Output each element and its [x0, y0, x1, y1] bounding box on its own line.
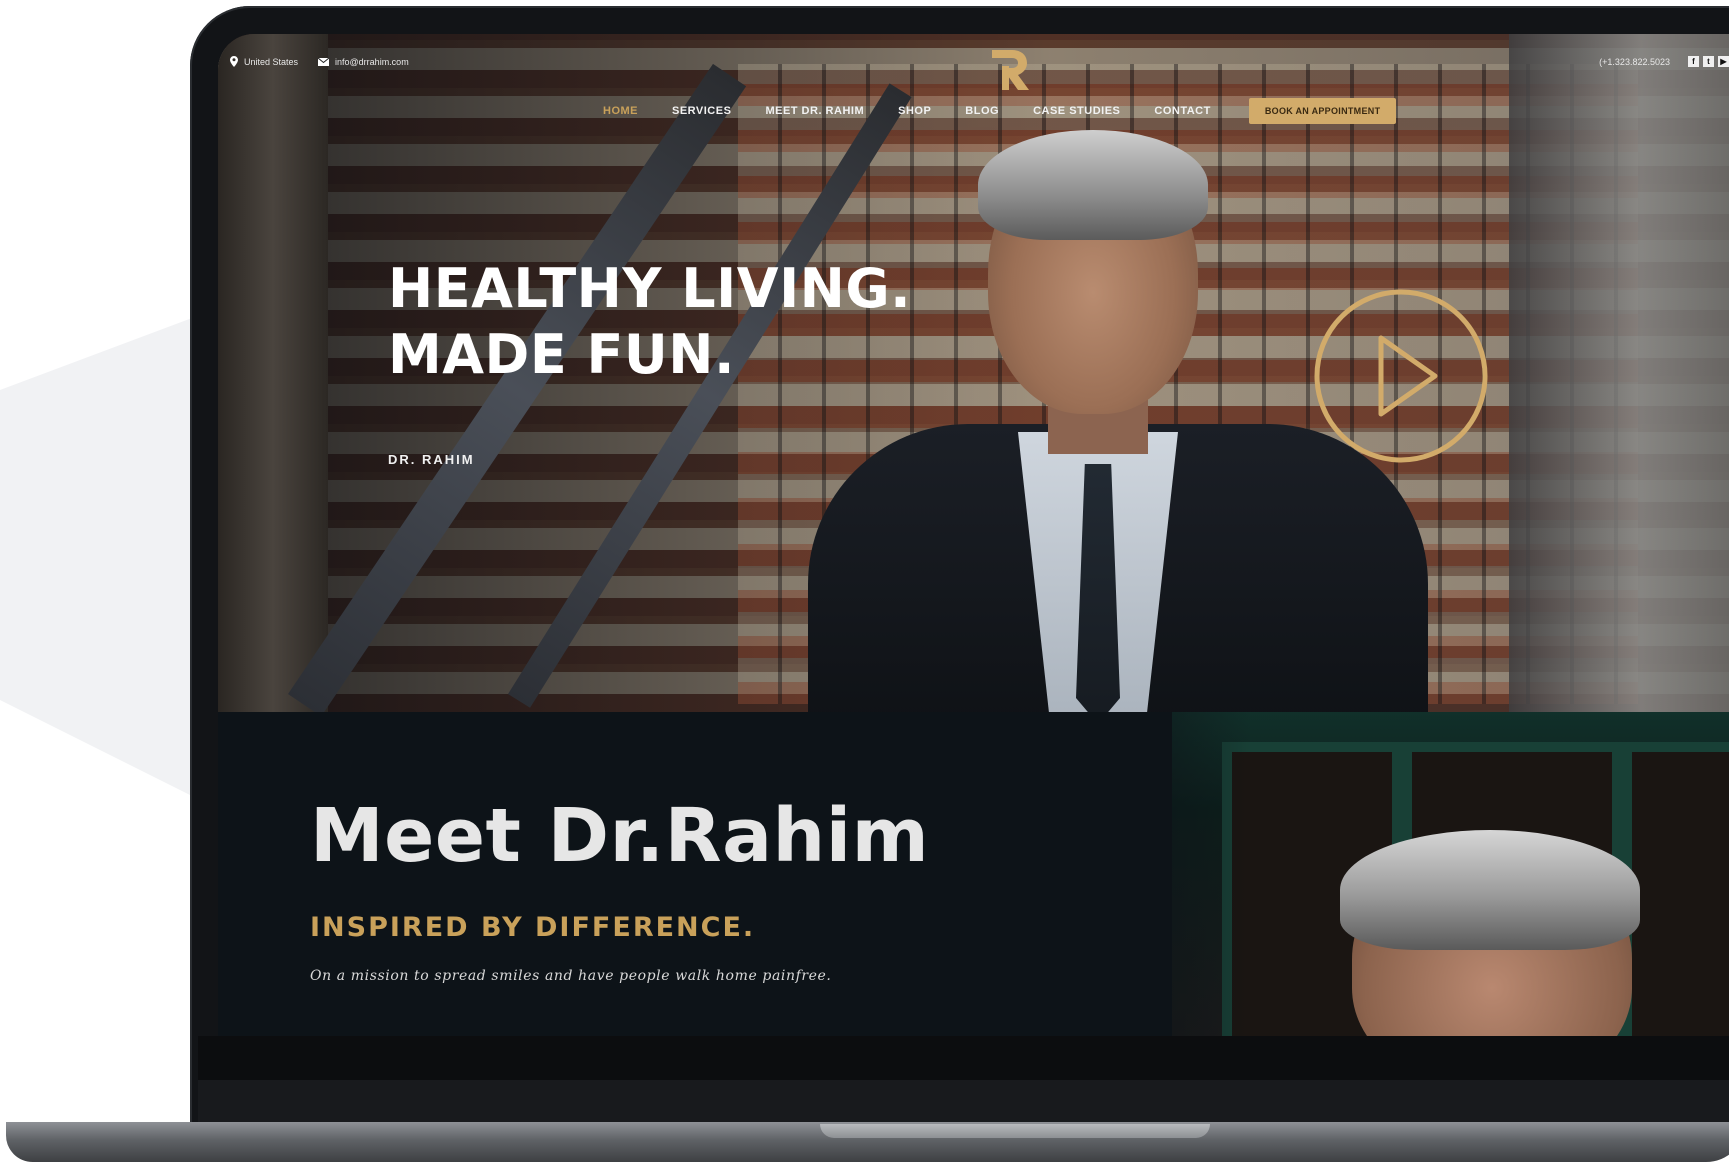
topbar-email-text[interactable]: info@drrahim.com [335, 57, 409, 67]
facebook-icon[interactable]: f [1688, 56, 1699, 67]
social-links: f t ▶ [1688, 56, 1729, 67]
laptop-notch [820, 1124, 1210, 1138]
hero-background-railing [288, 63, 747, 717]
hero-subtitle: DR. RAHIM [388, 452, 475, 467]
hero-person-hair [978, 130, 1208, 240]
nav-item-contact[interactable]: CONTACT [1154, 105, 1210, 117]
play-icon[interactable] [1311, 286, 1491, 466]
meet-section: Meet Dr.Rahim INSPIRED BY DIFFERENCE. On… [218, 712, 1729, 1036]
topbar-contact: United States info@drrahim.com [230, 56, 409, 67]
hero-title: HEALTHY LIVING. MADE FUN. [388, 256, 911, 388]
nav-item-blog[interactable]: BLOG [965, 105, 999, 117]
topbar-email[interactable]: info@drrahim.com [318, 57, 409, 67]
hero-background-wall [1509, 34, 1729, 712]
nav-item-meet-dr-rahim[interactable]: MEET DR. RAHIM [765, 105, 864, 117]
laptop-bezel-lower [198, 1080, 1729, 1124]
topbar-location: United States [230, 56, 298, 67]
nav-item-shop[interactable]: SHOP [898, 105, 931, 117]
nav-item-services[interactable]: SERVICES [672, 105, 731, 117]
hero-title-line1: HEALTHY LIVING. [388, 257, 912, 320]
hero-section: United States info@drrahim.com (+1.323.8… [218, 34, 1729, 724]
nav-item-home[interactable]: HOME [603, 105, 638, 117]
mail-icon [318, 57, 330, 66]
topbar-location-text: United States [244, 56, 299, 67]
meet-text: On a mission to spread smiles and have p… [310, 968, 832, 984]
r-monogram-logo[interactable] [984, 44, 1034, 94]
book-appointment-button[interactable]: BOOK AN APPOINTMENT [1248, 98, 1397, 124]
youtube-icon[interactable]: ▶ [1718, 56, 1729, 67]
browser-screen: United States info@drrahim.com (+1.323.8… [218, 34, 1729, 1036]
hero-title-line2: MADE FUN. [388, 323, 735, 386]
hero-background-pillar [218, 34, 328, 712]
topbar-right: (+1.323.822.5023 f t ▶ [1599, 56, 1729, 67]
twitter-icon[interactable]: t [1703, 56, 1714, 67]
nav-item-case-studies[interactable]: CASE STUDIES [1033, 105, 1120, 117]
location-pin-icon [230, 56, 238, 67]
meet-subtitle: INSPIRED BY DIFFERENCE. [310, 912, 756, 943]
meet-photo-hair [1340, 830, 1640, 950]
meet-title: Meet Dr.Rahim [310, 793, 930, 879]
main-nav: HOME SERVICES MEET DR. RAHIM SHOP BLOG C… [603, 98, 1397, 124]
meet-photo-fade [1072, 712, 1252, 1036]
meet-photo [1172, 712, 1729, 1036]
topbar-phone[interactable]: (+1.323.822.5023 [1599, 57, 1670, 67]
